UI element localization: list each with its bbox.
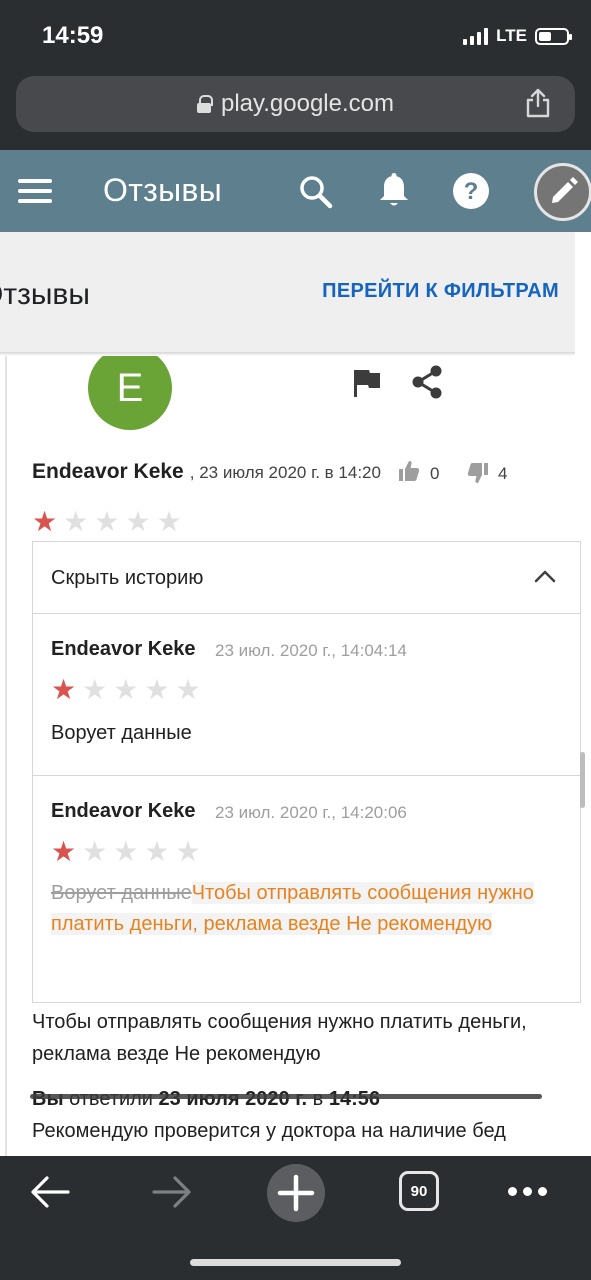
reply-at: в: [307, 1088, 329, 1110]
back-arrow-icon[interactable]: [28, 1172, 72, 1212]
star-empty-icon: ★: [144, 836, 170, 867]
reply-text: Рекомендую проверится у доктора на налич…: [32, 1120, 506, 1142]
lock-icon: [197, 95, 213, 113]
history-author: Endeavor Keke: [51, 638, 196, 660]
history-entry: Endeavor Keke 23 июл. 2020 г., 14:20:06 …: [33, 776, 580, 1002]
review-rating: ★ ★ ★ ★ ★: [32, 508, 182, 536]
status-indicators: LTE: [463, 26, 572, 46]
star-filled-icon: ★: [51, 674, 77, 705]
star-empty-icon: ★: [175, 836, 201, 867]
browser-toolbar: 90: [0, 1156, 591, 1280]
forward-arrow-icon[interactable]: [150, 1172, 194, 1212]
star-empty-icon: ★: [82, 674, 108, 705]
pencil-icon: [552, 177, 578, 203]
reply-you: Вы: [32, 1088, 64, 1110]
home-indicator: [190, 1259, 401, 1266]
thumbs-down-count: 4: [498, 464, 508, 483]
star-filled-icon: ★: [51, 836, 77, 867]
new-tab-button[interactable]: [267, 1164, 325, 1222]
thumbs-down-icon[interactable]: [467, 462, 489, 484]
hide-history-toggle[interactable]: Скрыть историю: [33, 542, 580, 614]
network-label: LTE: [496, 26, 527, 45]
plus-icon: [277, 1174, 315, 1212]
history-rating: ★ ★ ★ ★ ★: [51, 676, 201, 704]
review-text: Чтобы отправлять сообщения нужно платить…: [32, 1011, 527, 1065]
star-empty-icon: ★: [156, 506, 182, 537]
edit-history: Скрыть историю Endeavor Keke 23 июл. 202…: [32, 541, 581, 1003]
star-empty-icon: ★: [63, 506, 89, 537]
chevron-up-icon: [534, 570, 556, 583]
share-icon[interactable]: [525, 88, 551, 118]
bell-icon[interactable]: [377, 172, 411, 210]
app-title: Отзывы: [103, 172, 223, 208]
history-entry: Endeavor Keke 23 июл. 2020 г., 14:04:14 …: [33, 614, 580, 776]
menu-icon[interactable]: [18, 179, 52, 203]
history-rating: ★ ★ ★ ★ ★: [51, 838, 201, 866]
reply-verb: ответили: [63, 1088, 159, 1110]
review-date: , 23 июля 2020 г. в 14:20: [189, 463, 381, 482]
scrollbar[interactable]: [580, 752, 585, 808]
history-date: 23 июл. 2020 г., 14:04:14: [215, 641, 407, 660]
help-icon[interactable]: ?: [452, 172, 490, 210]
review-author: Endeavor Keke: [32, 460, 184, 483]
avatar: E: [88, 356, 172, 430]
url-text: play.google.com: [221, 90, 394, 117]
more-options-icon[interactable]: [508, 1187, 547, 1196]
star-empty-icon: ★: [175, 674, 201, 705]
star-empty-icon: ★: [113, 836, 139, 867]
thumbs-up-count: 0: [430, 464, 440, 483]
browser-chrome: 14:59 LTE play.google.com: [0, 0, 591, 150]
star-empty-icon: ★: [144, 674, 170, 705]
star-empty-icon: ★: [82, 836, 108, 867]
page-title: Отзывы: [0, 278, 90, 311]
star-empty-icon: ★: [125, 506, 151, 537]
card-edge: [5, 356, 7, 1156]
search-icon[interactable]: [298, 174, 334, 210]
address-bar[interactable]: play.google.com: [16, 76, 575, 132]
history-text: Ворует данные: [51, 722, 192, 744]
page-header: Отзывы ПЕРЕЙТИ К ФИЛЬТРАМ: [0, 232, 575, 352]
history-date: 23 июл. 2020 г., 14:20:06: [215, 803, 407, 822]
app-bar: Отзывы ?: [0, 150, 591, 232]
review-card: E Endeavor Keke , 23 июля 2020 г. в 14:2…: [0, 356, 591, 1156]
reply-header: Вы ответили 23 июля 2020 г. в 14:56: [32, 1088, 380, 1111]
thumbs-up-icon[interactable]: [398, 460, 420, 482]
review-header: Endeavor Keke , 23 июля 2020 г. в 14:20: [32, 460, 381, 484]
star-empty-icon: ★: [94, 506, 120, 537]
share-icon[interactable]: [410, 364, 444, 400]
removed-text: Ворует данные: [51, 882, 192, 904]
history-diff-text: Ворует данныеЧтобы отправлять сообщения …: [51, 878, 551, 940]
swipe-indicator: [30, 1094, 542, 1099]
status-time: 14:59: [42, 22, 104, 49]
flag-icon[interactable]: [352, 368, 382, 398]
star-empty-icon: ★: [113, 674, 139, 705]
reply-time: 14:56: [328, 1088, 380, 1110]
go-to-filters-link[interactable]: ПЕРЕЙТИ К ФИЛЬТРАМ: [322, 280, 559, 303]
hide-history-label: Скрыть историю: [51, 567, 204, 589]
signal-icon: [463, 27, 489, 45]
star-filled-icon: ★: [32, 506, 58, 537]
battery-icon: [535, 27, 572, 45]
reply-date: 23 июля 2020 г.: [158, 1088, 308, 1110]
tab-switcher-button[interactable]: 90: [399, 1171, 439, 1211]
history-author: Endeavor Keke: [51, 800, 196, 822]
svg-text:?: ?: [464, 178, 479, 205]
edit-button[interactable]: [534, 163, 591, 221]
